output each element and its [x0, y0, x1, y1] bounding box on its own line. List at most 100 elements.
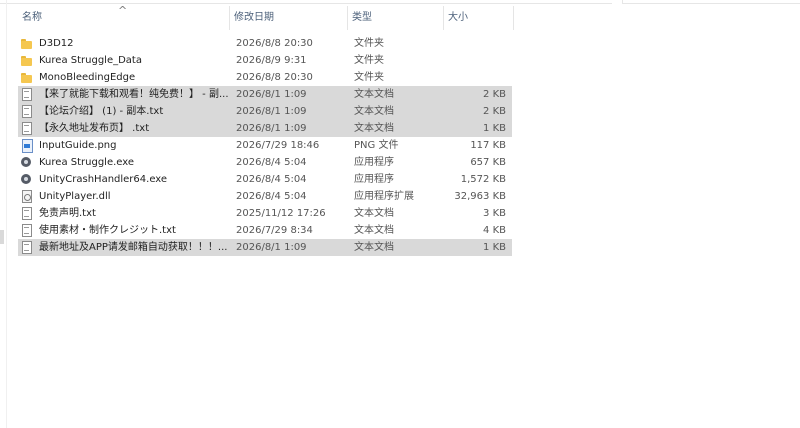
- file-type: 应用程序: [354, 174, 394, 185]
- sort-ascending-icon: ^: [118, 4, 128, 17]
- file-name-cell: 免责声明.txt: [20, 205, 230, 222]
- text-file-icon: [20, 241, 33, 254]
- file-date: 2026/8/4 5:04: [236, 191, 307, 202]
- folder-icon: [20, 71, 33, 84]
- column-header-name[interactable]: 名称 ^: [18, 4, 230, 30]
- column-header-size[interactable]: 大小: [444, 6, 514, 30]
- file-name: Kurea Struggle.exe: [39, 157, 135, 168]
- file-size: [448, 69, 506, 86]
- file-name: InputGuide.png: [39, 140, 117, 151]
- text-file-icon: [20, 207, 33, 220]
- file-size: 657 KB: [470, 157, 506, 168]
- file-name-cell: 【论坛介绍】 (1) - 副本.txt: [20, 103, 230, 120]
- toolbar-border-left: [0, 0, 612, 4]
- file-row[interactable]: UnityPlayer.dll 2026/8/4 5:04 应用程序扩展 32,963…: [18, 188, 512, 205]
- file-size: 4 KB: [483, 225, 506, 236]
- file-row[interactable]: 最新地址及APP请发邮箱自动获取！！！... 2026/8/1 1:09 文本文档 1…: [18, 239, 512, 256]
- file-name-cell: D3D12: [20, 35, 230, 52]
- file-type: 文件夹: [354, 72, 384, 83]
- file-size: 1 KB: [483, 242, 506, 253]
- file-name: 免责声明.txt: [39, 208, 96, 219]
- file-name: MonoBleedingEdge: [39, 72, 136, 83]
- file-name-cell: 【永久地址发布页】 .txt: [20, 120, 230, 137]
- image-file-icon: [20, 139, 33, 153]
- file-row[interactable]: MonoBleedingEdge 2026/8/8 20:30 文件夹: [18, 69, 512, 86]
- text-file-icon: [20, 224, 33, 237]
- file-name-cell: Kurea Struggle_Data: [20, 52, 230, 69]
- file-name-cell: UnityCrashHandler64.exe: [20, 171, 230, 188]
- file-date: 2026/8/8 20:30: [236, 72, 313, 83]
- dll-file-icon: [20, 190, 33, 203]
- file-name: 【永久地址发布页】 .txt: [39, 123, 150, 134]
- text-file-icon: [20, 88, 33, 101]
- file-type: 文本文档: [354, 89, 394, 100]
- navigation-pane-scroll-thumb[interactable]: [0, 230, 4, 244]
- file-date: 2026/7/29 18:46: [236, 140, 320, 151]
- file-row[interactable]: Kurea Struggle.exe 2026/8/4 5:04 应用程序 657 K…: [18, 154, 512, 171]
- file-name: Kurea Struggle_Data: [39, 55, 142, 66]
- folder-icon: [20, 54, 33, 67]
- folder-icon: [20, 37, 33, 50]
- file-row[interactable]: 【来了就能下载和观看！纯免费！】 - 副... 2026/8/1 1:09 文本文档…: [18, 86, 512, 103]
- text-file-icon: [20, 105, 33, 118]
- file-row[interactable]: D3D12 2026/8/8 20:30 文件夹: [18, 35, 512, 52]
- file-name-cell: 最新地址及APP请发邮箱自动获取！！！...: [20, 239, 230, 256]
- column-header-bar: 名称 ^ 修改日期 类型 大小: [18, 4, 514, 30]
- file-date: 2026/8/1 1:09: [236, 123, 307, 134]
- file-name: 【来了就能下载和观看！纯免费！】 - 副...: [39, 89, 229, 100]
- file-date: 2026/8/8 20:30: [236, 38, 313, 49]
- file-type: 文本文档: [354, 106, 394, 117]
- file-list: D3D12 2026/8/8 20:30 文件夹 Kurea Struggle_Dat…: [18, 35, 512, 256]
- file-name: UnityPlayer.dll: [39, 191, 111, 202]
- file-name-cell: 【来了就能下载和观看！纯免费！】 - 副...: [20, 86, 230, 103]
- file-name: UnityCrashHandler64.exe: [39, 174, 168, 185]
- file-name-cell: MonoBleedingEdge: [20, 69, 230, 86]
- file-row[interactable]: UnityCrashHandler64.exe 2026/8/4 5:04 应用程序…: [18, 171, 512, 188]
- navigation-pane-edge: [6, 0, 7, 428]
- file-type: 应用程序: [354, 157, 394, 168]
- file-name-cell: 使用素材・制作クレジット.txt: [20, 222, 230, 239]
- file-type: 应用程序扩展: [354, 191, 414, 202]
- file-row[interactable]: 使用素材・制作クレジット.txt 2026/7/29 8:34 文本文档 4 KB: [18, 222, 512, 239]
- file-type: PNG 文件: [354, 140, 399, 151]
- file-type: 文本文档: [354, 225, 394, 236]
- file-row[interactable]: Kurea Struggle_Data 2026/8/9 9:31 文件夹: [18, 52, 512, 69]
- column-header-date-label: 修改日期: [234, 12, 274, 23]
- file-row[interactable]: InputGuide.png 2026/7/29 18:46 PNG 文件 117 K…: [18, 137, 512, 154]
- file-size: 1,572 KB: [460, 174, 506, 185]
- file-name: 【论坛介绍】 (1) - 副本.txt: [39, 106, 164, 117]
- text-file-icon: [20, 122, 33, 135]
- file-row[interactable]: 【论坛介绍】 (1) - 副本.txt 2026/8/1 1:09 文本文档 2 KB: [18, 103, 512, 120]
- file-size: 2 KB: [483, 106, 506, 117]
- column-header-size-label: 大小: [448, 12, 468, 23]
- file-date: 2026/8/9 9:31: [236, 55, 307, 66]
- file-date: 2026/8/4 5:04: [236, 174, 307, 185]
- file-name-cell: Kurea Struggle.exe: [20, 154, 230, 171]
- file-size: [448, 35, 506, 52]
- column-header-date[interactable]: 修改日期: [230, 6, 348, 30]
- file-size: 3 KB: [483, 208, 506, 219]
- file-size: 117 KB: [470, 140, 506, 151]
- column-header-type[interactable]: 类型: [348, 6, 444, 30]
- file-type: 文本文档: [354, 123, 394, 134]
- file-date: 2026/8/1 1:09: [236, 242, 307, 253]
- file-type: 文本文档: [354, 242, 394, 253]
- file-date: 2026/8/4 5:04: [236, 157, 307, 168]
- file-size: 2 KB: [483, 89, 506, 100]
- file-size: [448, 52, 506, 69]
- file-name: 最新地址及APP请发邮箱自动获取！！！...: [39, 242, 228, 253]
- file-type: 文件夹: [354, 38, 384, 49]
- file-date: 2026/8/1 1:09: [236, 89, 307, 100]
- file-size: 32,963 KB: [454, 191, 506, 202]
- application-icon: [20, 173, 33, 186]
- file-size: 1 KB: [483, 123, 506, 134]
- search-box-edge[interactable]: [622, 0, 800, 4]
- file-name-cell: InputGuide.png: [20, 137, 230, 154]
- file-row[interactable]: 免责声明.txt 2025/11/12 17:26 文本文档 3 KB: [18, 205, 512, 222]
- file-date: 2025/11/12 17:26: [236, 208, 326, 219]
- column-header-name-label: 名称: [22, 12, 42, 23]
- file-row[interactable]: 【永久地址发布页】 .txt 2026/8/1 1:09 文本文档 1 KB: [18, 120, 512, 137]
- file-name: 使用素材・制作クレジット.txt: [39, 225, 176, 236]
- file-date: 2026/7/29 8:34: [236, 225, 313, 236]
- column-header-type-label: 类型: [352, 12, 372, 23]
